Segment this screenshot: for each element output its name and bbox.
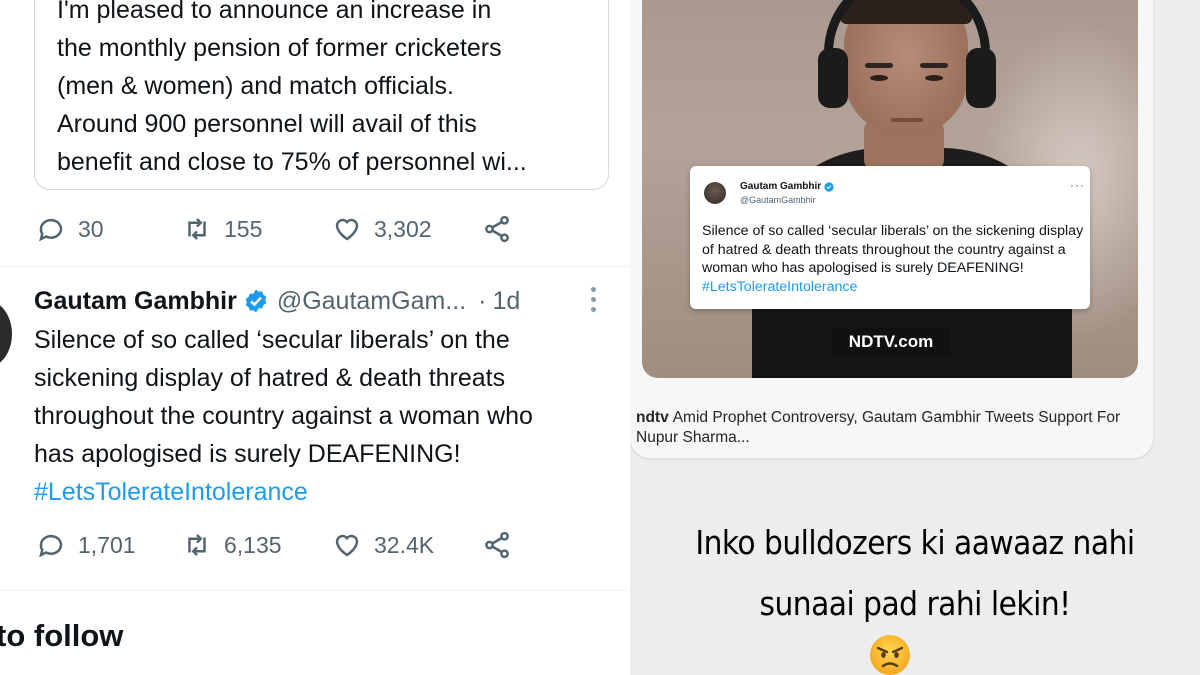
- retweet-icon: [188, 534, 206, 556]
- twitter-feed: I'm pleased to announce an increase in t…: [0, 0, 630, 675]
- embedded-tweet-text: Silence of so called ‘secular liberals’ …: [702, 223, 1084, 295]
- link-preview-card[interactable]: Gautam Gambhir @GautamGambhir ··· Silenc…: [630, 0, 1153, 458]
- embedded-hashtag: #LetsTolerateIntolerance: [702, 278, 858, 295]
- reply-count: 30: [78, 215, 104, 242]
- heart-icon: [335, 218, 359, 241]
- embedded-tweet: Gautam Gambhir @GautamGambhir ··· Silenc…: [690, 166, 1090, 309]
- embedded-author-handle: @GautamGambhir: [740, 195, 816, 205]
- tweet-text: Silence of so called ‘secular liberals’ …: [34, 321, 624, 511]
- retweet-button[interactable]: 155: [182, 212, 262, 246]
- story-caption: Inko bulldozers ki aawaaz nahi sunaai pa…: [630, 512, 1200, 634]
- retweet-button[interactable]: 6,135: [182, 528, 282, 562]
- author-handle[interactable]: @GautamGam...: [277, 287, 466, 316]
- tweet-line: Silence of so called ‘secular liberals’ …: [34, 326, 510, 354]
- tweet-timestamp[interactable]: 1d: [492, 287, 520, 316]
- instagram-story: Gautam Gambhir @GautamGambhir ··· Silenc…: [630, 0, 1200, 675]
- link-caption[interactable]: ndtv Amid Prophet Controversy, Gautam Gam…: [636, 408, 1136, 448]
- retweet-icon: [188, 218, 206, 240]
- ndtv-watermark: NDTV.com: [832, 328, 950, 356]
- heart-icon: [335, 534, 359, 557]
- video-thumbnail: Gautam Gambhir @GautamGambhir ··· Silenc…: [642, 0, 1138, 378]
- avatar: [704, 182, 726, 204]
- quoted-tweet-actions: 30 155 3,302: [36, 212, 556, 246]
- share-icon: [485, 531, 509, 559]
- quoted-line: Around 900 personnel will avail of this: [57, 110, 477, 138]
- tweet-actions: 1,701 6,135 32.4K: [36, 528, 556, 562]
- tweet-line: has apologised is surely DEAFENING!: [34, 440, 461, 468]
- angry-face-icon: [870, 635, 910, 675]
- quoted-line: benefit and close to 75% of personnel wi…: [57, 148, 527, 176]
- story-caption-line: sunaai pad rahi lekin!: [759, 584, 1071, 623]
- like-count: 3,302: [374, 215, 432, 242]
- reply-icon: [39, 218, 63, 242]
- like-button[interactable]: 3,302: [332, 212, 432, 246]
- tweet-line: throughout the country against a woman w…: [34, 402, 533, 430]
- separator: ·: [478, 286, 487, 315]
- story-caption-line: Inko bulldozers ki aawaaz nahi: [695, 523, 1135, 562]
- share-button[interactable]: [482, 528, 512, 562]
- tweet-divider: [0, 266, 630, 267]
- embedded-author-name: Gautam Gambhir: [740, 181, 834, 192]
- author-name[interactable]: Gautam Gambhir: [34, 287, 237, 316]
- more-options-icon[interactable]: [588, 287, 598, 315]
- quoted-tweet-text: I'm pleased to announce an increase in t…: [57, 0, 597, 181]
- retweet-count: 155: [224, 215, 263, 242]
- retweet-count: 6,135: [224, 531, 282, 558]
- quoted-line: I'm pleased to announce an increase in: [57, 0, 492, 24]
- reply-count: 1,701: [78, 531, 136, 558]
- who-to-follow-heading: to follow: [0, 618, 124, 653]
- reply-button[interactable]: 30: [36, 212, 104, 246]
- like-count: 32.4K: [374, 531, 435, 558]
- hashtag-link[interactable]: #LetsTolerateIntolerance: [34, 473, 624, 511]
- avatar[interactable]: [0, 300, 12, 368]
- verified-badge-icon: [824, 181, 834, 192]
- like-button[interactable]: 32.4K: [332, 528, 434, 562]
- tweet-header: Gautam Gambhir @GautamGam... · 1d: [34, 284, 614, 318]
- quoted-tweet-card[interactable]: I'm pleased to announce an increase in t…: [34, 0, 609, 190]
- tweet-line: sickening display of hatred & death thre…: [34, 364, 506, 392]
- link-title: Amid Prophet Controversy, Gautam Gambhir…: [636, 409, 1121, 446]
- share-button[interactable]: [482, 212, 512, 246]
- section-divider: [0, 590, 630, 591]
- share-icon: [485, 215, 509, 243]
- link-source: ndtv: [636, 409, 669, 426]
- quoted-line: (men & women) and match officials.: [57, 72, 454, 100]
- reply-icon: [39, 534, 63, 558]
- reply-button[interactable]: 1,701: [36, 528, 136, 562]
- verified-badge-icon: [245, 289, 267, 313]
- quoted-line: the monthly pension of former cricketers: [57, 34, 502, 62]
- more-options-icon: ···: [1070, 178, 1085, 192]
